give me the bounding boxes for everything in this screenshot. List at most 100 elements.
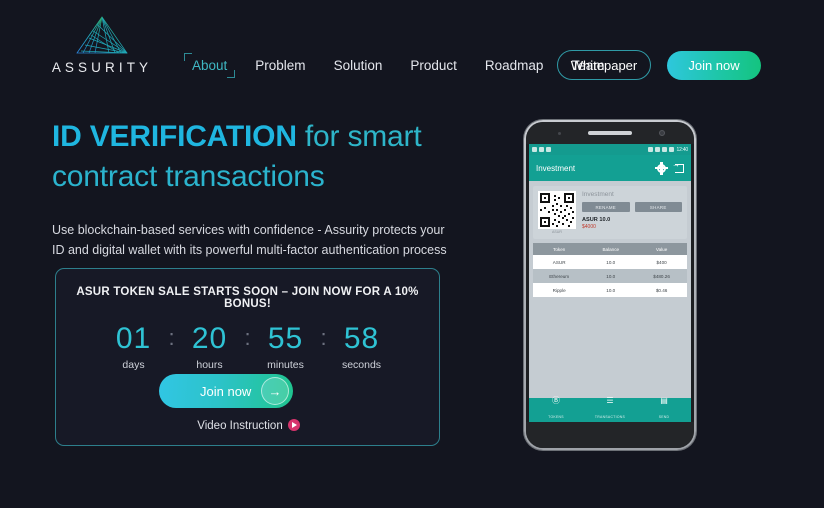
video-instruction-label: Video Instruction bbox=[197, 420, 283, 432]
brand-name: ASSURITY bbox=[51, 60, 153, 75]
phone-mockup: 12:40 Investment → ASUR Investment RENAM… bbox=[524, 120, 696, 450]
card-actions: RENAME SHARE bbox=[582, 202, 682, 212]
fiat-value: $4000 bbox=[582, 224, 596, 230]
token-table: Token Balance Value ASUR 10.0 $400 Ether… bbox=[533, 243, 687, 297]
rename-button[interactable]: RENAME bbox=[582, 202, 630, 212]
nav-item-product[interactable]: Product bbox=[396, 54, 471, 77]
cell-balance: 10.0 bbox=[606, 287, 616, 293]
hero-section: ID VERIFICATION for smart contract trans… bbox=[52, 117, 472, 261]
hero-join-now-button[interactable]: Join now → bbox=[159, 374, 293, 408]
countdown-days-label: days bbox=[122, 358, 145, 371]
app-content: ASUR Investment RENAME SHARE ASUR 10.0 $… bbox=[529, 181, 691, 398]
table-row[interactable]: Ethereum 10.0 $480.26 bbox=[533, 269, 687, 283]
countdown-separator: : bbox=[168, 325, 175, 350]
main-nav: About Problem Solution Product Roadmap T… bbox=[178, 53, 618, 78]
token-amount: ASUR 10.0 bbox=[582, 217, 611, 223]
site-header: ASSURITY About Problem Solution Product … bbox=[0, 0, 824, 100]
tab-tokens[interactable]: Ⓑ TOKENS bbox=[529, 397, 583, 423]
column-header-token: Token bbox=[553, 246, 566, 252]
whitepaper-button[interactable]: Whitepaper bbox=[557, 50, 651, 80]
countdown-hours-value: 20 bbox=[191, 322, 228, 355]
bluetooth-icon bbox=[648, 147, 654, 152]
table-row[interactable]: ASUR 10.0 $400 bbox=[533, 255, 687, 269]
camera-icon bbox=[546, 147, 551, 152]
countdown-hours-label: hours bbox=[196, 358, 223, 371]
tab-transactions[interactable]: ☰ TRANSACTIONS bbox=[583, 397, 637, 423]
cell-value: $400 bbox=[656, 259, 667, 265]
status-bar-time: 12:40 bbox=[676, 146, 688, 153]
front-camera-icon bbox=[659, 130, 665, 136]
android-status-bar: 12:40 bbox=[529, 144, 691, 155]
investment-card: ASUR Investment RENAME SHARE ASUR 10.0 $… bbox=[533, 186, 687, 239]
column-header-value: Value bbox=[655, 246, 668, 252]
nav-item-roadmap[interactable]: Roadmap bbox=[471, 54, 558, 77]
status-right-icons: 12:40 bbox=[648, 147, 688, 153]
mail-icon bbox=[539, 147, 544, 152]
qr-code-icon bbox=[538, 191, 576, 229]
cell-balance: 10.0 bbox=[606, 273, 616, 279]
countdown-minutes-label: minutes bbox=[267, 358, 304, 371]
tab-send-label: SEND bbox=[658, 415, 670, 419]
gear-icon[interactable] bbox=[655, 161, 668, 175]
app-bar-title: Investment bbox=[536, 163, 576, 173]
headline-line-two: contract transactions bbox=[52, 159, 325, 193]
cta-join-label: Join now bbox=[200, 383, 252, 399]
cell-balance: 10.0 bbox=[606, 259, 616, 265]
tab-transactions-label: TRANSACTIONS bbox=[594, 415, 626, 419]
cell-token: ASUR bbox=[552, 259, 566, 265]
qr-code-block: ASUR bbox=[538, 191, 576, 234]
countdown-unit-minutes: 55 minutes bbox=[255, 323, 317, 371]
signal-icon bbox=[662, 147, 668, 152]
play-icon bbox=[287, 419, 300, 431]
countdown-seconds-label: seconds bbox=[341, 358, 382, 371]
wifi-icon bbox=[655, 147, 661, 152]
table-header-row: Token Balance Value bbox=[533, 243, 687, 255]
share-button[interactable]: SHARE bbox=[634, 202, 682, 212]
cell-value: $0.46 bbox=[655, 287, 668, 293]
arrow-right-icon: → bbox=[261, 377, 289, 405]
video-instruction-link[interactable]: Video Instruction bbox=[56, 419, 441, 432]
landing-page: ASSURITY About Problem Solution Product … bbox=[0, 0, 824, 508]
card-details: Investment RENAME SHARE ASUR 10.0 $4000 bbox=[582, 191, 682, 234]
cell-value: $480.26 bbox=[653, 273, 670, 279]
hero-subtitle: Use blockchain-based services with confi… bbox=[52, 223, 447, 258]
countdown-seconds-value: 58 bbox=[343, 322, 380, 355]
nav-item-problem[interactable]: Problem bbox=[241, 54, 319, 77]
bottom-tab-bar: Ⓑ TOKENS ☰ TRANSACTIONS ▤ SEND bbox=[529, 397, 691, 423]
send-icon: ▤ bbox=[660, 396, 668, 405]
column-header-balance: Balance bbox=[602, 246, 620, 252]
status-left-icons bbox=[532, 147, 551, 152]
countdown-unit-seconds: 58 seconds bbox=[331, 323, 393, 371]
table-row[interactable]: Ripple 10.0 $0.46 bbox=[533, 283, 687, 297]
countdown-minutes-value: 55 bbox=[267, 322, 304, 355]
headline-light: for smart bbox=[296, 120, 422, 153]
qr-caption: ASUR bbox=[552, 230, 562, 234]
app-bar: Investment bbox=[529, 155, 691, 181]
header-join-now-button[interactable]: Join now bbox=[667, 51, 761, 80]
app-bar-actions bbox=[655, 160, 684, 175]
cell-token: Ethereum bbox=[549, 273, 570, 279]
nav-item-about[interactable]: About bbox=[178, 53, 241, 78]
battery-icon bbox=[669, 147, 675, 152]
page-title: ID VERIFICATION for smart contract trans… bbox=[52, 117, 472, 196]
earpiece-speaker bbox=[588, 131, 632, 135]
play-icon bbox=[532, 147, 537, 152]
headline-strong: ID VERIFICATION bbox=[52, 120, 297, 153]
proximity-sensor-icon bbox=[558, 132, 561, 135]
brand-logo[interactable]: ASSURITY bbox=[47, 12, 157, 75]
triangle-mesh-logo-icon bbox=[76, 16, 128, 54]
countdown-days-value: 01 bbox=[115, 322, 152, 355]
countdown-separator: : bbox=[320, 325, 327, 350]
phone-screen: 12:40 Investment → ASUR Investment RENAM… bbox=[529, 144, 691, 422]
logout-icon[interactable] bbox=[672, 160, 684, 173]
tab-send[interactable]: ▤ SEND bbox=[637, 397, 691, 423]
phone-body: 12:40 Investment → ASUR Investment RENAM… bbox=[526, 122, 694, 448]
countdown-timer: 01 days : 20 hours : 55 minutes : 58 sec… bbox=[56, 323, 439, 371]
nav-item-solution[interactable]: Solution bbox=[320, 54, 397, 77]
token-sale-countdown-box: ASUR TOKEN SALE STARTS SOON – JOIN NOW F… bbox=[55, 268, 440, 446]
tab-tokens-label: TOKENS bbox=[548, 415, 564, 419]
cell-token: Ripple bbox=[552, 287, 566, 293]
card-title: Investment bbox=[582, 191, 614, 198]
token-icon: Ⓑ bbox=[552, 396, 560, 405]
phone-top-bezel bbox=[526, 122, 694, 144]
